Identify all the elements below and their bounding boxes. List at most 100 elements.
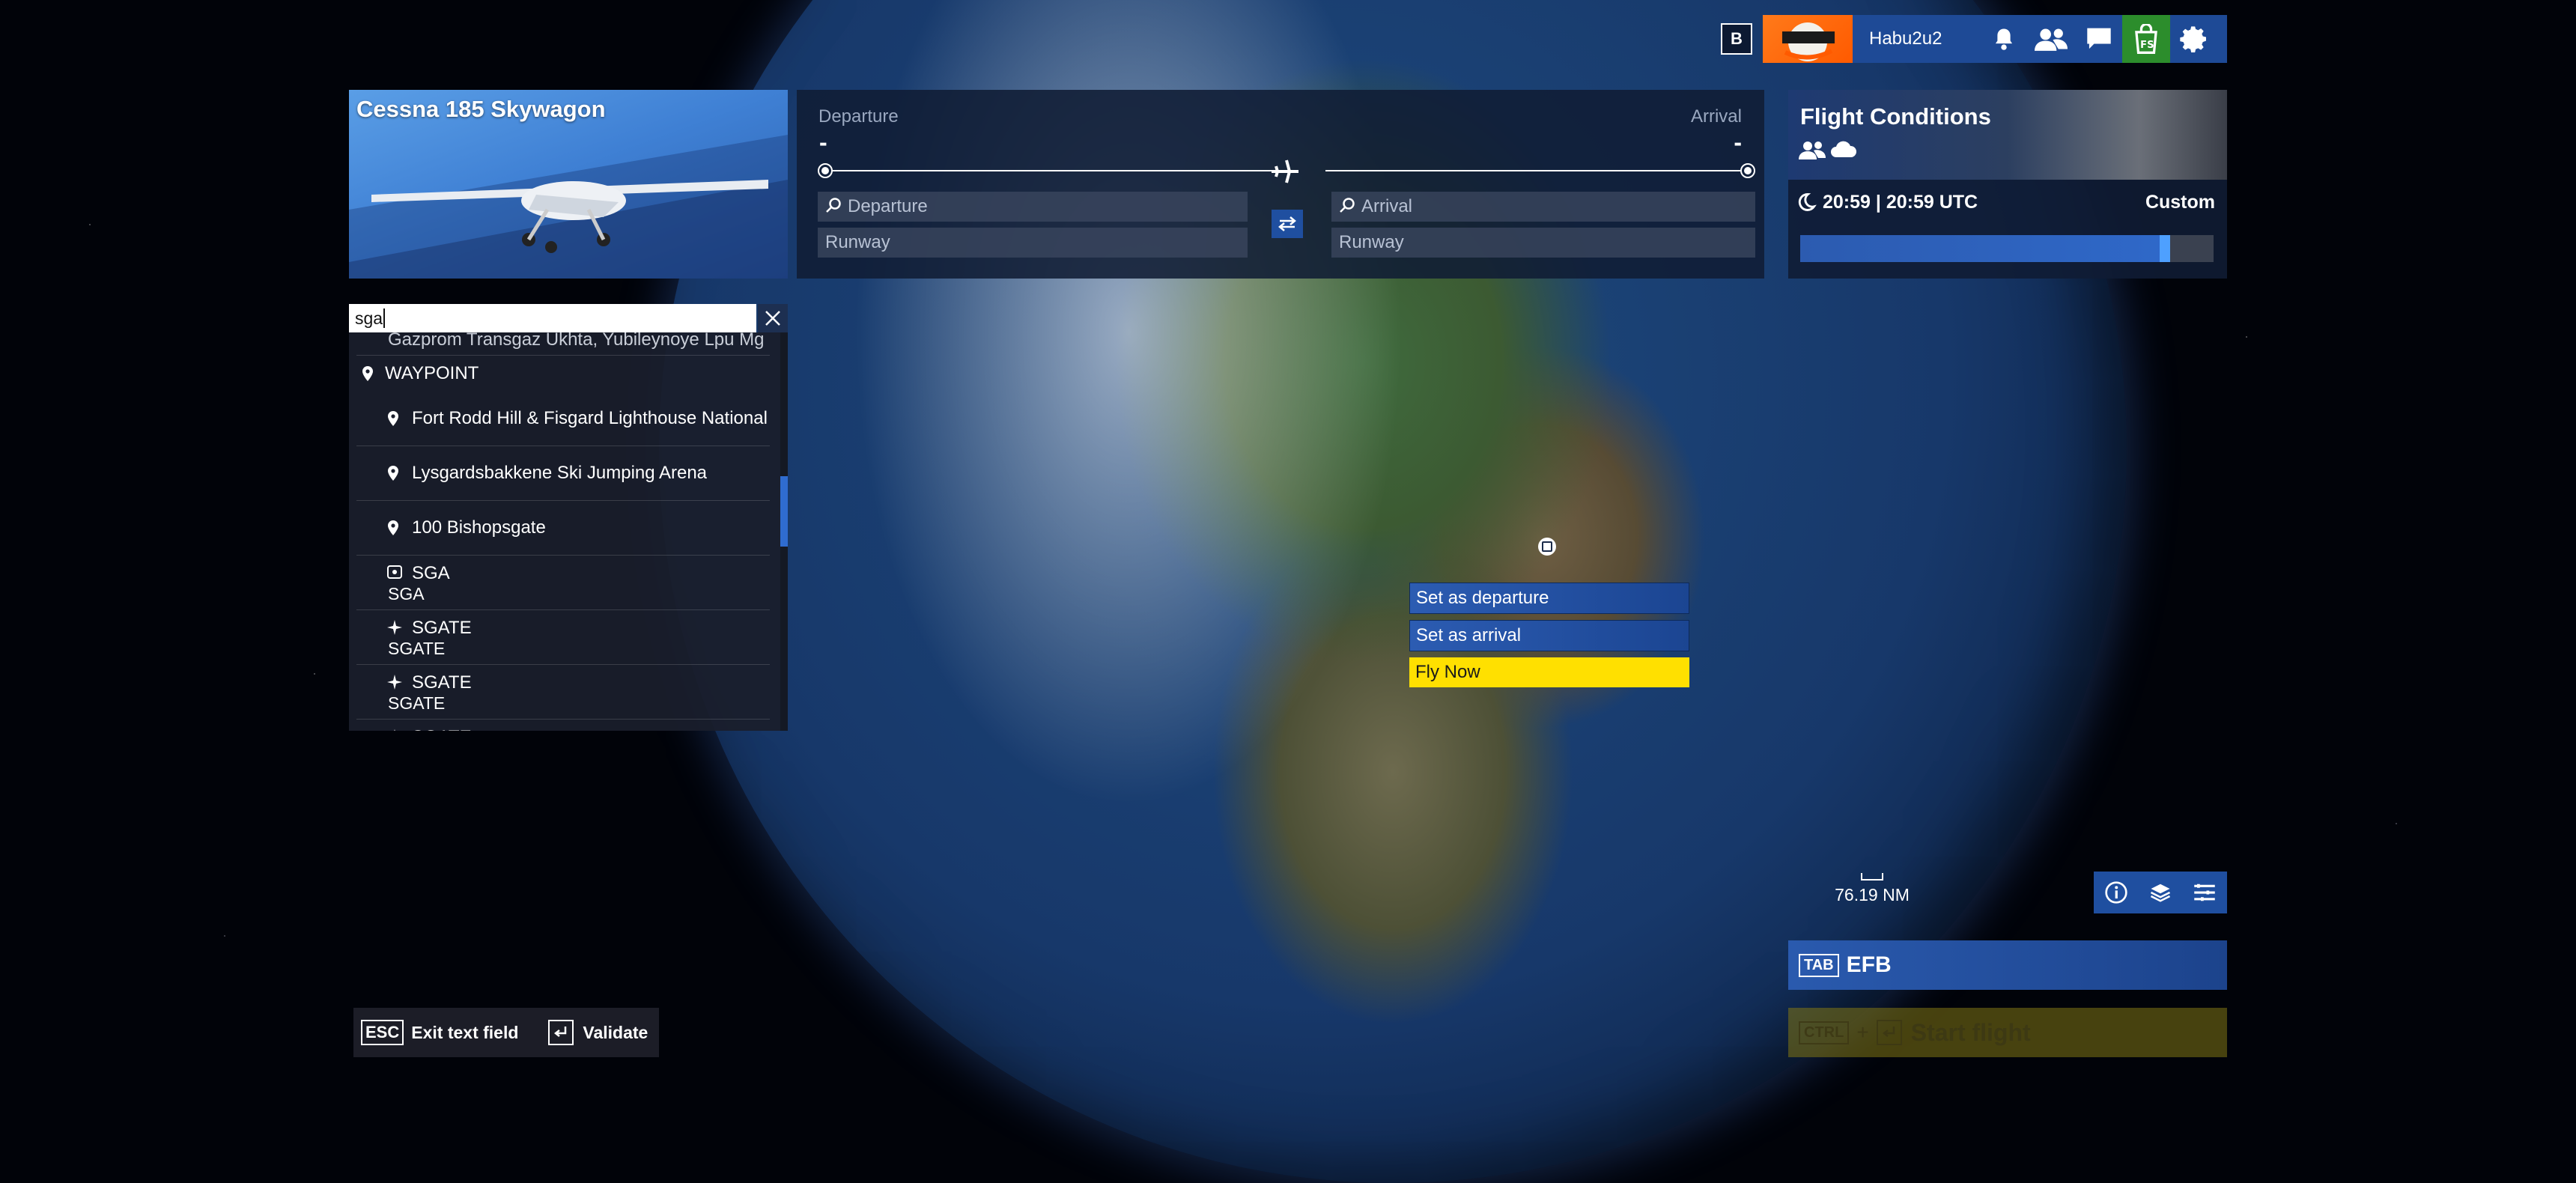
map-tools: [2094, 872, 2227, 913]
conditions-title: Flight Conditions: [1800, 103, 1991, 130]
result-subtitle: SGATE: [388, 693, 446, 713]
results-scrollbar[interactable]: [780, 332, 788, 731]
intersection-icon: [386, 674, 403, 694]
search-input-box[interactable]: sga: [349, 304, 756, 332]
efb-button[interactable]: TAB EFB: [1788, 940, 2227, 990]
layers-icon[interactable]: [2139, 872, 2182, 913]
text-caret: [383, 308, 386, 328]
arrival-search-field[interactable]: Arrival: [1331, 192, 1755, 222]
pin-icon: [386, 410, 400, 431]
runway-placeholder: Runway: [1339, 232, 1404, 252]
time-slider-thumb[interactable]: [2160, 235, 2170, 262]
enter-key-icon[interactable]: [548, 1020, 574, 1045]
search-input-value: sga: [355, 308, 383, 328]
avatar-image-icon: [1782, 22, 1835, 61]
arrival-placeholder: Arrival: [1361, 196, 1413, 216]
multiplayer-icon: [1799, 139, 1826, 164]
validate-hint[interactable]: Validate: [583, 1023, 648, 1043]
info-icon[interactable]: [2094, 872, 2139, 913]
search-result-item[interactable]: SGATE: [356, 720, 770, 731]
result-title: 100 Bishopsgate: [412, 517, 546, 538]
conditions-mode: Custom: [2145, 192, 2215, 213]
fly-now-button[interactable]: Fly Now: [1409, 657, 1689, 687]
departure-value: -: [819, 129, 827, 156]
pin-icon: [386, 520, 400, 540]
tab-key-badge: TAB: [1799, 953, 1839, 977]
departure-search-field[interactable]: Departure: [818, 192, 1248, 222]
departure-runway-field[interactable]: Runway: [818, 228, 1248, 258]
key-hints-bar: ESC Exit text field Validate: [353, 1008, 659, 1057]
search-result-item[interactable]: 100 Bishopsgate: [356, 501, 770, 556]
departure-node-icon: [818, 163, 833, 178]
flight-conditions-panel[interactable]: Flight Conditions 20:59 | 20:59 UTC Cust…: [1788, 90, 2227, 279]
set-as-arrival-label: Set as arrival: [1416, 625, 1522, 645]
search-result-item[interactable]: SGA SGA: [356, 556, 770, 610]
result-title: WAYPOINT: [385, 363, 479, 383]
profile-badge[interactable]: B: [1721, 23, 1752, 55]
marketplace-icon[interactable]: FS: [2122, 15, 2170, 63]
notifications-bell-icon[interactable]: [1981, 15, 2026, 63]
airplane-icon: [1270, 159, 1300, 188]
username: Habu2u2: [1869, 28, 1942, 49]
set-as-arrival-button[interactable]: Set as arrival: [1409, 620, 1689, 651]
result-subtitle: SGATE: [388, 639, 446, 658]
results-category-header: WAYPOINT: [356, 356, 770, 392]
set-as-departure-button[interactable]: Set as departure: [1409, 583, 1689, 614]
friends-icon[interactable]: [2026, 15, 2076, 63]
pin-icon: [386, 465, 400, 485]
weather-cloud-icon: [1830, 141, 1857, 162]
time-slider[interactable]: [1800, 235, 2214, 262]
efb-label: EFB: [1846, 952, 1892, 977]
results-container: Gazprom Transgaz Ukhta, Yubileynoye Lpu …: [349, 332, 777, 731]
result-title: SGATE: [412, 672, 472, 693]
search-result-item[interactable]: SGATE SGATE: [356, 665, 770, 720]
settings-gear-icon[interactable]: [2170, 15, 2220, 63]
pin-icon: [361, 365, 374, 386]
clear-search-button[interactable]: [758, 304, 788, 332]
departure-label: Departure: [818, 106, 899, 127]
result-subtitle: SGA: [388, 584, 425, 603]
chat-icon[interactable]: [2076, 15, 2122, 63]
swap-arrows-icon: [1278, 216, 1296, 231]
route-panel: Departure Arrival - - Departure Runway A…: [797, 90, 1764, 279]
search-result-item[interactable]: Gazprom Transgaz Ukhta, Yubileynoye Lpu …: [356, 332, 770, 356]
time-display: 20:59 | 20:59 UTC: [1823, 192, 1978, 213]
avatar[interactable]: [1763, 15, 1853, 63]
moon-icon: [1796, 192, 1817, 216]
arrival-label: Arrival: [1690, 106, 1742, 127]
map-waypoint-marker[interactable]: [1538, 538, 1556, 556]
badge-label: B: [1731, 29, 1743, 48]
search-result-item[interactable]: SGATE SGATE: [356, 610, 770, 665]
vor-icon: [386, 565, 403, 583]
search-result-item[interactable]: Lysgardsbakkene Ski Jumping Arena: [356, 446, 770, 501]
result-title: SGATE: [412, 727, 472, 731]
intersection-icon: [386, 619, 403, 639]
esc-key-badge[interactable]: ESC: [361, 1020, 404, 1045]
filter-list-icon[interactable]: [2182, 872, 2227, 913]
search-result-item[interactable]: Fort Rodd Hill & Fisgard Lighthouse Nati…: [356, 392, 770, 446]
result-title: Gazprom Transgaz Ukhta, Yubileynoye Lpu …: [388, 332, 765, 350]
swap-route-button[interactable]: [1272, 210, 1303, 238]
departure-placeholder: Departure: [848, 196, 928, 216]
result-title: SGATE: [412, 618, 472, 638]
ctrl-key-badge: CTRL: [1799, 1021, 1850, 1044]
map-context-menu: Set as departure Set as arrival Fly Now: [1409, 583, 1689, 687]
aircraft-name: Cessna 185 Skywagon: [356, 96, 606, 122]
result-title: Fort Rodd Hill & Fisgard Lighthouse Nati…: [412, 408, 768, 428]
start-flight-label: Start flight: [1910, 1018, 2031, 1046]
arrival-runway-field[interactable]: Runway: [1331, 228, 1755, 258]
esc-key-label: ESC: [365, 1023, 400, 1041]
runway-placeholder: Runway: [825, 232, 890, 252]
intersection-icon: [386, 729, 403, 731]
aircraft-card[interactable]: Cessna 185 Skywagon: [349, 90, 788, 279]
results-scrollbar-thumb[interactable]: [780, 476, 788, 547]
user-bar[interactable]: Habu2u2 FS: [1763, 15, 2227, 63]
arrival-node-icon: [1740, 163, 1755, 178]
start-flight-button[interactable]: CTRL + Start flight: [1788, 1008, 2227, 1057]
result-title: Lysgardsbakkene Ski Jumping Arena: [412, 463, 708, 483]
enter-key-icon: [1876, 1020, 1902, 1045]
exit-text-field-hint[interactable]: Exit text field: [411, 1023, 518, 1043]
tab-key-label: TAB: [1804, 956, 1834, 973]
close-icon: [765, 311, 780, 326]
search-results-list[interactable]: Gazprom Transgaz Ukhta, Yubileynoye Lpu …: [349, 332, 788, 731]
